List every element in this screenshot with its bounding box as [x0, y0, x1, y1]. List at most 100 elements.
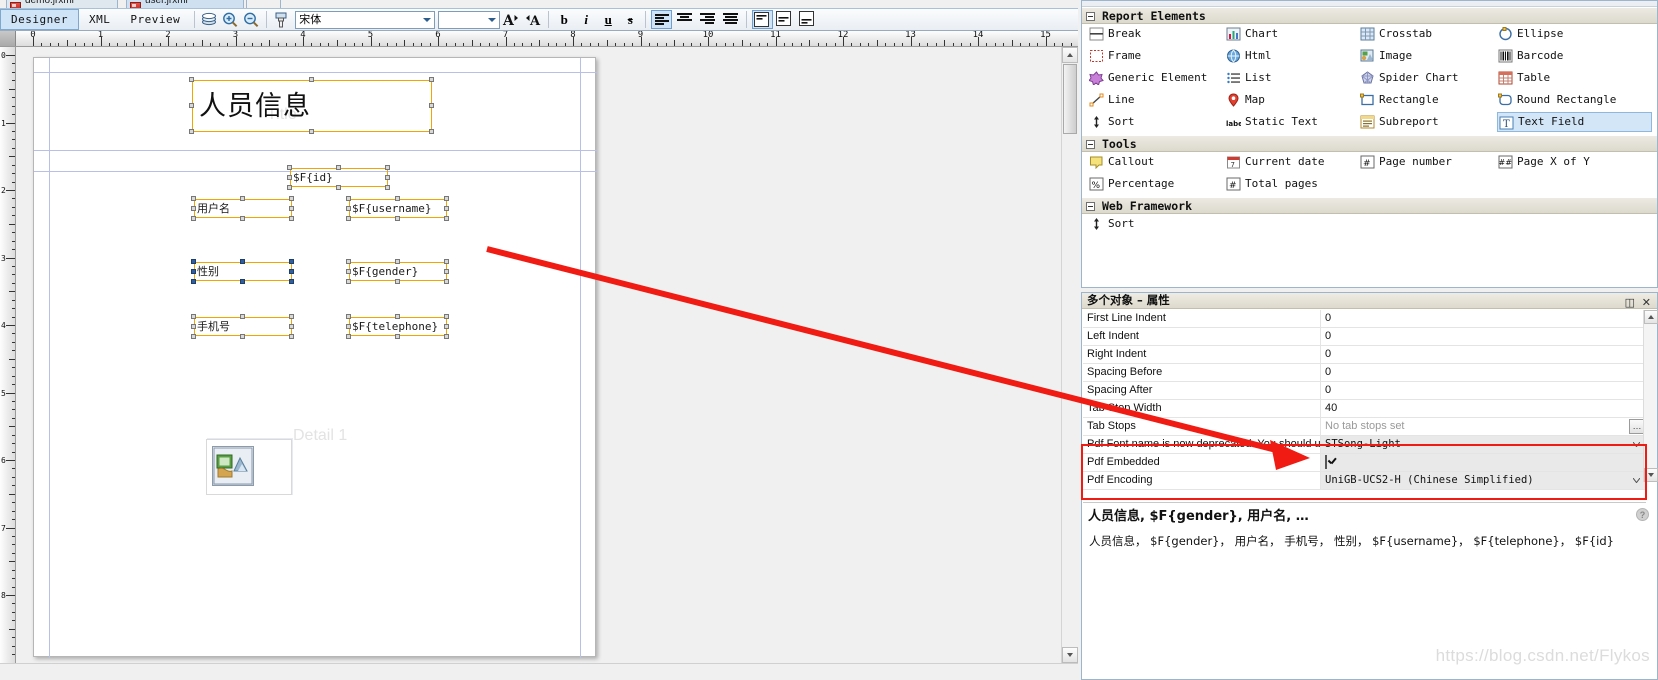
resize-handle[interactable] — [346, 269, 351, 274]
palette-item-frame[interactable]: Frame — [1088, 46, 1225, 66]
property-value-cell[interactable]: No tab stops set… — [1321, 418, 1646, 435]
help-icon[interactable]: ? — [1636, 508, 1649, 521]
increase-font-size-icon[interactable]: A — [501, 10, 521, 29]
property-value-cell[interactable]: UniGB-UCS2-H (Chinese Simplified) — [1321, 472, 1646, 489]
underline-button[interactable]: u — [598, 10, 618, 29]
resize-handle[interactable] — [429, 103, 434, 108]
palette-item-total-pages[interactable]: # Total pages — [1225, 174, 1359, 194]
resize-handle[interactable] — [289, 196, 294, 201]
resize-handle[interactable] — [429, 129, 434, 134]
palette-item-ellipse[interactable]: Ellipse — [1497, 24, 1652, 44]
properties-scrollbar[interactable] — [1643, 310, 1658, 482]
resize-handle[interactable] — [444, 314, 449, 319]
zoom-out-icon[interactable] — [242, 11, 261, 29]
property-value-cell[interactable]: STSong-Light — [1321, 436, 1646, 453]
resize-handle[interactable] — [240, 279, 245, 284]
property-row[interactable]: Spacing Before 0 — [1083, 364, 1646, 382]
palette-item-chart[interactable]: Chart — [1225, 24, 1359, 44]
property-value-cell[interactable] — [1321, 454, 1646, 471]
resize-handle[interactable] — [289, 314, 294, 319]
resize-handle[interactable] — [346, 324, 351, 329]
palette-item-map[interactable]: Map — [1225, 90, 1359, 110]
palette-item-list[interactable]: List — [1225, 68, 1359, 88]
resize-handle[interactable] — [240, 334, 245, 339]
property-row[interactable]: First Line Indent 0 — [1083, 310, 1646, 328]
resize-handle[interactable] — [444, 334, 449, 339]
resize-handle[interactable] — [385, 175, 390, 180]
property-value-cell[interactable]: 0 — [1321, 382, 1646, 399]
view-tab-preview[interactable]: Preview — [120, 10, 190, 30]
font-size-combo[interactable] — [438, 10, 501, 29]
valign-middle-button[interactable] — [775, 10, 796, 29]
resize-handle[interactable] — [189, 129, 194, 134]
resize-handle[interactable] — [346, 314, 351, 319]
property-row[interactable]: Left Indent 0 — [1083, 328, 1646, 346]
palette-group-header[interactable]: Web Framework — [1082, 197, 1657, 214]
resize-handle[interactable] — [444, 269, 449, 274]
decrease-font-size-icon[interactable]: A — [523, 10, 543, 29]
property-row[interactable]: Pdf Embedded — [1083, 454, 1646, 472]
chevron-down-icon[interactable] — [1633, 478, 1640, 483]
palette-item-break[interactable]: Break — [1088, 24, 1225, 44]
resize-handle[interactable] — [289, 334, 294, 339]
palette-item-sort[interactable]: Sort — [1088, 214, 1225, 234]
strikethrough-button[interactable]: s — [620, 10, 640, 29]
collapse-icon[interactable] — [1086, 12, 1095, 21]
resize-handle[interactable] — [289, 259, 294, 264]
valign-bottom-button[interactable] — [798, 10, 819, 29]
palette-item-crosstab[interactable]: Crosstab — [1359, 24, 1497, 44]
palette-item-table[interactable]: Table — [1497, 68, 1652, 88]
resize-handle[interactable] — [385, 185, 390, 190]
palette-item-text-field[interactable]: T Text Field — [1497, 112, 1652, 132]
image-element[interactable] — [206, 439, 292, 495]
resize-handle[interactable] — [395, 279, 400, 284]
property-row[interactable]: Right Indent 0 — [1083, 346, 1646, 364]
view-tab-xml[interactable]: XML — [79, 10, 120, 30]
report-canvas[interactable]: Title 人员信息 $F{id} 用户名 $F{username} 性别 $F… — [17, 47, 1061, 663]
resize-handle[interactable] — [444, 206, 449, 211]
palette-item-generic-element[interactable]: Generic Element — [1088, 68, 1225, 88]
resize-handle[interactable] — [191, 269, 196, 274]
palette-group-header[interactable]: Tools — [1082, 135, 1657, 152]
expand-panel-icon[interactable]: ◫ — [1625, 295, 1635, 310]
palette-item-current-date[interactable]: 7 Current date — [1225, 152, 1359, 172]
view-tab-designer[interactable]: Designer — [0, 9, 79, 30]
property-row[interactable]: Pdf Encoding UniGB-UCS2-H (Chinese Simpli… — [1083, 472, 1646, 490]
align-justify-button[interactable] — [720, 10, 741, 29]
resize-handle[interactable] — [191, 259, 196, 264]
palette-item-percentage[interactable]: % Percentage — [1088, 174, 1225, 194]
resize-handle[interactable] — [240, 196, 245, 201]
resize-handle[interactable] — [191, 206, 196, 211]
property-row[interactable]: Pdf Font name is now deprecated. You sho… — [1083, 436, 1646, 454]
zoom-in-icon[interactable] — [221, 11, 240, 29]
property-value-cell[interactable]: 0 — [1321, 328, 1646, 345]
resize-handle[interactable] — [191, 334, 196, 339]
resize-handle[interactable] — [395, 196, 400, 201]
resize-handle[interactable] — [429, 77, 434, 82]
collapse-icon[interactable] — [1086, 202, 1095, 211]
property-value-cell[interactable]: 0 — [1321, 310, 1646, 327]
format-painter-icon[interactable] — [272, 11, 291, 29]
resize-handle[interactable] — [385, 165, 390, 170]
resize-handle[interactable] — [289, 216, 294, 221]
title-text-field[interactable]: 人员信息 — [192, 80, 432, 132]
resize-handle[interactable] — [309, 129, 314, 134]
palette-group-header[interactable]: Report Elements — [1082, 7, 1657, 24]
bold-button[interactable]: b — [554, 10, 574, 29]
resize-handle[interactable] — [287, 175, 292, 180]
resize-handle[interactable] — [191, 324, 196, 329]
align-left-button[interactable] — [651, 10, 673, 29]
resize-handle[interactable] — [395, 259, 400, 264]
layers-icon[interactable] — [200, 11, 219, 29]
align-center-button[interactable] — [674, 10, 695, 29]
resize-handle[interactable] — [191, 196, 196, 201]
valign-top-button[interactable] — [752, 10, 774, 29]
resize-handle[interactable] — [444, 196, 449, 201]
resize-handle[interactable] — [346, 334, 351, 339]
resize-handle[interactable] — [444, 259, 449, 264]
resize-handle[interactable] — [240, 259, 245, 264]
collapse-icon[interactable] — [1086, 140, 1095, 149]
resize-handle[interactable] — [289, 279, 294, 284]
resize-handle[interactable] — [189, 103, 194, 108]
resize-handle[interactable] — [346, 206, 351, 211]
